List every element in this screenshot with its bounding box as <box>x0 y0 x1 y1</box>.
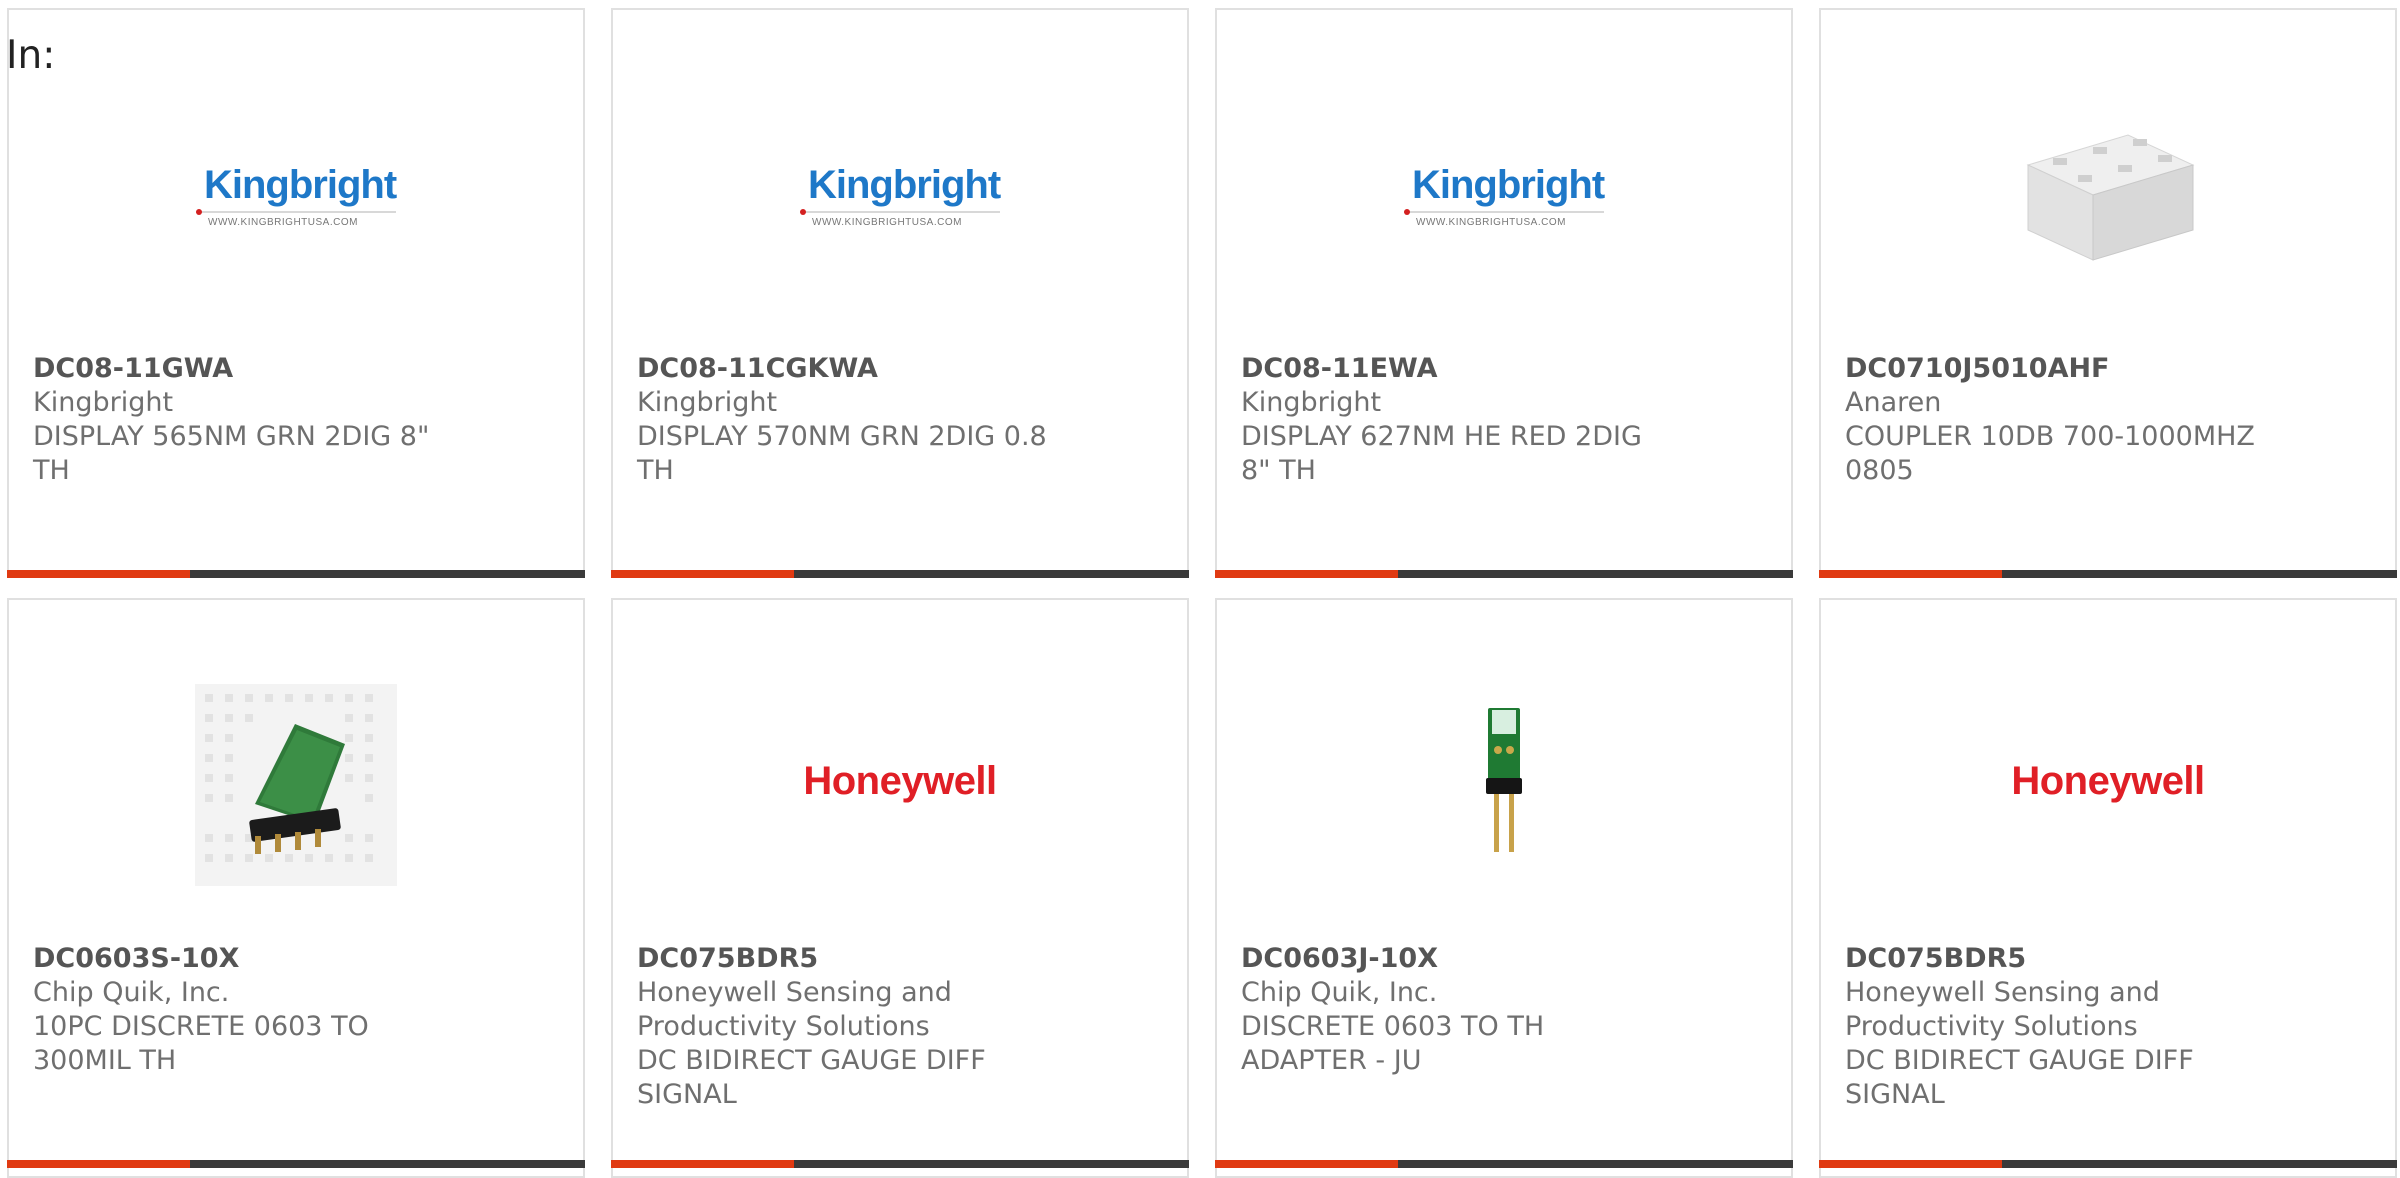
manufacturer: Honeywell Sensing and Productivity Solut… <box>637 977 952 1042</box>
part-number-link[interactable]: DC0710J5010AHF <box>1845 352 2275 386</box>
part-number-link[interactable]: DC075BDR5 <box>637 942 1067 976</box>
product-image[interactable]: Kingbright WWW.KINGBRIGHTUSA.COM <box>1217 30 1791 360</box>
product-card[interactable]: DC0603J-10X Chip Quik, Inc. DISCRETE 060… <box>1215 598 1793 1178</box>
manufacturer: Kingbright <box>637 387 778 418</box>
description: DC BIDIRECT GAUGE DIFF SIGNAL <box>637 1045 986 1110</box>
manufacturer: Honeywell Sensing and Productivity Solut… <box>1845 977 2160 1042</box>
manufacturer: Chip Quik, Inc. <box>33 977 230 1008</box>
manufacturer: Chip Quik, Inc. <box>1241 977 1438 1008</box>
product-card[interactable]: DC0603S-10X Chip Quik, Inc. 10PC DISCRET… <box>7 598 585 1178</box>
adapter-pcb-image <box>1486 708 1522 852</box>
product-info: DC08-11CGKWA Kingbright DISPLAY 570NM GR… <box>637 352 1067 488</box>
description: DISPLAY 627NM HE RED 2DIG 8" TH <box>1241 421 1642 486</box>
part-number-link[interactable]: DC08-11GWA <box>33 352 463 386</box>
honeywell-logo: Honeywell <box>2011 758 2205 803</box>
product-image[interactable] <box>9 620 583 950</box>
product-card[interactable]: Honeywell DC075BDR5 Honeywell Sensing an… <box>611 598 1189 1178</box>
product-info: DC075BDR5 Honeywell Sensing and Producti… <box>637 942 1067 1112</box>
product-card[interactable]: Kingbright WWW.KINGBRIGHTUSA.COM DC08-11… <box>7 8 585 578</box>
product-info: DC0603J-10X Chip Quik, Inc. DISCRETE 060… <box>1241 942 1671 1078</box>
product-info: DC0710J5010AHF Anaren COUPLER 10DB 700-1… <box>1845 352 2275 488</box>
product-card[interactable]: Kingbright WWW.KINGBRIGHTUSA.COM DC08-11… <box>611 8 1189 578</box>
card-footer-bar <box>611 1160 1189 1168</box>
product-card[interactable]: Honeywell DC075BDR5 Honeywell Sensing an… <box>1819 598 2397 1178</box>
description: COUPLER 10DB 700-1000MHZ 0805 <box>1845 421 2255 486</box>
description: DISPLAY 570NM GRN 2DIG 0.8 TH <box>637 421 1047 486</box>
product-grid: Kingbright WWW.KINGBRIGHTUSA.COM DC08-11… <box>0 0 2400 1178</box>
product-info: DC08-11GWA Kingbright DISPLAY 565NM GRN … <box>33 352 463 488</box>
description: DISPLAY 565NM GRN 2DIG 8" TH <box>33 421 430 486</box>
filter-label: In: <box>6 33 56 78</box>
kingbright-logo: Kingbright WWW.KINGBRIGHTUSA.COM <box>800 163 1001 228</box>
manufacturer: Kingbright <box>1241 387 1382 418</box>
card-footer-bar <box>1215 570 1793 578</box>
product-image[interactable] <box>1821 30 2395 360</box>
part-number-link[interactable]: DC08-11CGKWA <box>637 352 1067 386</box>
part-number-link[interactable]: DC0603J-10X <box>1241 942 1671 976</box>
manufacturer: Kingbright <box>33 387 174 418</box>
part-number-link[interactable]: DC075BDR5 <box>1845 942 2275 976</box>
kingbright-logo: Kingbright WWW.KINGBRIGHTUSA.COM <box>196 163 397 228</box>
card-footer-bar <box>611 570 1189 578</box>
product-image[interactable]: Kingbright WWW.KINGBRIGHTUSA.COM <box>9 30 583 360</box>
card-footer-bar <box>1819 570 2397 578</box>
product-image[interactable]: Honeywell <box>613 616 1187 946</box>
product-card[interactable]: DC0710J5010AHF Anaren COUPLER 10DB 700-1… <box>1819 8 2397 578</box>
product-image[interactable] <box>1217 616 1791 946</box>
product-image[interactable]: Kingbright WWW.KINGBRIGHTUSA.COM <box>613 30 1187 360</box>
coupler-chip-image <box>2008 95 2208 295</box>
card-footer-bar <box>7 1160 585 1168</box>
part-number-link[interactable]: DC0603S-10X <box>33 942 463 976</box>
card-footer-bar <box>1819 1160 2397 1168</box>
card-footer-bar <box>7 570 585 578</box>
honeywell-logo: Honeywell <box>803 758 997 803</box>
manufacturer: Anaren <box>1845 387 1942 418</box>
description: 10PC DISCRETE 0603 TO 300MIL TH <box>33 1011 369 1076</box>
product-info: DC08-11EWA Kingbright DISPLAY 627NM HE R… <box>1241 352 1671 488</box>
product-card[interactable]: Kingbright WWW.KINGBRIGHTUSA.COM DC08-11… <box>1215 8 1793 578</box>
part-number-link[interactable]: DC08-11EWA <box>1241 352 1671 386</box>
product-info: DC0603S-10X Chip Quik, Inc. 10PC DISCRET… <box>33 942 463 1078</box>
product-image[interactable]: Honeywell <box>1821 616 2395 946</box>
description: DC BIDIRECT GAUGE DIFF SIGNAL <box>1845 1045 2194 1110</box>
product-info: DC075BDR5 Honeywell Sensing and Producti… <box>1845 942 2275 1112</box>
card-footer-bar <box>1215 1160 1793 1168</box>
adapter-on-breadboard-image <box>195 684 397 886</box>
kingbright-logo: Kingbright WWW.KINGBRIGHTUSA.COM <box>1404 163 1605 228</box>
description: DISCRETE 0603 TO TH ADAPTER - JU <box>1241 1011 1545 1076</box>
